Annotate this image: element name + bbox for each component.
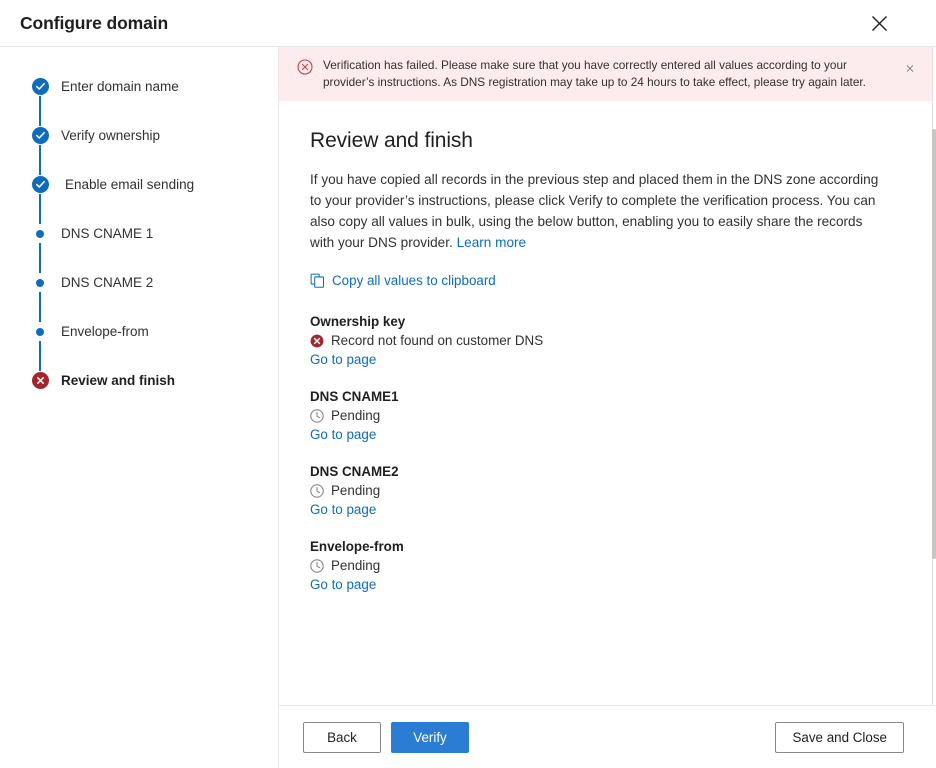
record-item-dns-cname2: DNS CNAME2 Pending Go to page <box>310 464 879 519</box>
content-description-text: If you have copied all records in the pr… <box>310 172 878 250</box>
wizard-step-verify-ownership[interactable]: Verify ownership <box>31 126 278 175</box>
step-label: Review and finish <box>61 371 175 390</box>
record-item-dns-cname1: DNS CNAME1 Pending Go to page <box>310 389 879 444</box>
record-title: DNS CNAME2 <box>310 464 879 479</box>
record-item-envelope-from: Envelope-from Pending Go to page <box>310 539 879 594</box>
step-connector <box>39 243 41 273</box>
dismiss-icon-glyph <box>906 62 914 75</box>
step-label: Enter domain name <box>61 77 179 96</box>
dot-icon-glyph <box>36 279 44 287</box>
footer-left-actions: Back Verify <box>303 722 469 753</box>
scrollbar-thumb[interactable] <box>932 129 936 559</box>
dialog-footer: Back Verify Save and Close <box>279 705 936 768</box>
record-status-text: Record not found on customer DNS <box>331 333 543 348</box>
step-marker <box>31 126 49 144</box>
wizard-step-dns-cname-2[interactable]: DNS CNAME 2 <box>31 273 278 322</box>
wizard-step-review-and-finish[interactable]: Review and finish <box>31 371 278 401</box>
step-connector <box>39 96 41 126</box>
step-label: Envelope-from <box>61 322 149 341</box>
dot-icon <box>32 225 49 242</box>
go-to-page-link[interactable]: Go to page <box>310 352 376 367</box>
check-icon <box>35 81 46 92</box>
close-icon[interactable] <box>862 6 896 40</box>
record-status: Pending <box>310 483 879 498</box>
x-icon <box>36 376 45 385</box>
record-status-text: Pending <box>331 483 380 498</box>
record-status-text: Pending <box>331 558 380 573</box>
error-circle-icon <box>297 59 313 75</box>
wizard-step-enable-email-sending[interactable]: Enable email sending <box>31 175 278 224</box>
wizard-sidebar: Enter domain name Verify ownership <box>0 47 279 768</box>
record-title: DNS CNAME1 <box>310 389 879 404</box>
check-icon <box>35 130 46 141</box>
record-status: Pending <box>310 408 879 423</box>
step-connector <box>39 292 41 322</box>
record-title: Ownership key <box>310 314 879 329</box>
go-to-page-link[interactable]: Go to page <box>310 502 376 517</box>
step-marker <box>31 224 49 242</box>
step-marker <box>31 175 49 193</box>
record-title: Envelope-from <box>310 539 879 554</box>
go-to-page-link[interactable]: Go to page <box>310 577 376 592</box>
record-status: Record not found on customer DNS <box>310 333 879 348</box>
dot-icon <box>32 274 49 291</box>
check-circle-icon <box>32 127 49 144</box>
vertical-scrollbar[interactable] <box>932 47 936 705</box>
clock-icon <box>310 559 324 573</box>
step-connector <box>39 341 41 371</box>
content-heading: Review and finish <box>310 129 879 153</box>
copy-all-values-button[interactable]: Copy all values to clipboard <box>310 273 496 288</box>
record-status-list: Ownership key Record not found on custom… <box>310 314 879 594</box>
check-circle-icon <box>32 176 49 193</box>
copy-icon <box>310 273 325 288</box>
close-icon-glyph <box>870 14 889 33</box>
error-message-text: Verification has failed. Please make sur… <box>323 57 900 91</box>
clock-icon <box>310 484 324 498</box>
dismiss-icon[interactable] <box>900 58 920 78</box>
content-description: If you have copied all records in the pr… <box>310 169 879 253</box>
step-connector <box>39 145 41 175</box>
copy-all-values-label: Copy all values to clipboard <box>332 273 496 288</box>
go-to-page-link[interactable]: Go to page <box>310 427 376 442</box>
step-label: Enable email sending <box>65 175 194 194</box>
step-marker <box>31 273 49 291</box>
dot-icon-glyph <box>36 328 44 336</box>
dot-icon-glyph <box>36 230 44 238</box>
record-status-text: Pending <box>331 408 380 423</box>
learn-more-link[interactable]: Learn more <box>457 235 527 250</box>
record-status: Pending <box>310 558 879 573</box>
dot-icon <box>32 323 49 340</box>
check-circle-icon <box>32 78 49 95</box>
record-item-ownership-key: Ownership key Record not found on custom… <box>310 314 879 369</box>
wizard-step-dns-cname-1[interactable]: DNS CNAME 1 <box>31 224 278 273</box>
step-marker <box>31 77 49 95</box>
configure-domain-dialog: Configure domain <box>0 0 936 768</box>
clock-icon <box>310 409 324 423</box>
footer-right-actions: Save and Close <box>775 722 904 753</box>
step-label: Verify ownership <box>61 126 160 145</box>
verify-button[interactable]: Verify <box>391 722 469 753</box>
dialog-header: Configure domain <box>0 0 936 47</box>
content-scroll-region[interactable]: Verification has failed. Please make sur… <box>279 47 936 705</box>
step-marker <box>31 371 49 389</box>
wizard-step-list: Enter domain name Verify ownership <box>0 77 278 401</box>
dialog-body: Enter domain name Verify ownership <box>0 47 936 768</box>
error-message-bar: Verification has failed. Please make sur… <box>279 47 936 101</box>
wizard-step-envelope-from[interactable]: Envelope-from <box>31 322 278 371</box>
back-button[interactable]: Back <box>303 722 381 753</box>
error-circle-icon <box>32 372 49 389</box>
review-and-finish-content: Review and finish If you have copied all… <box>279 101 919 594</box>
save-and-close-button[interactable]: Save and Close <box>775 722 904 753</box>
step-connector <box>39 194 41 224</box>
step-label: DNS CNAME 2 <box>61 273 153 292</box>
step-marker <box>31 322 49 340</box>
check-icon <box>35 179 46 190</box>
main-panel: Verification has failed. Please make sur… <box>279 47 936 768</box>
wizard-step-enter-domain-name[interactable]: Enter domain name <box>31 77 278 126</box>
page-title: Configure domain <box>20 13 862 34</box>
step-label: DNS CNAME 1 <box>61 224 153 243</box>
error-filled-icon <box>310 334 324 348</box>
